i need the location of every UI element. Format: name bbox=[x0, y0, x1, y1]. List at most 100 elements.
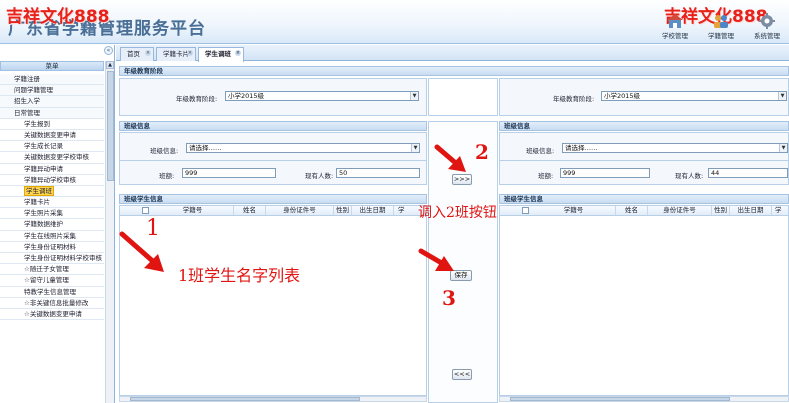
sidebar-item[interactable]: 学籍数据维护 bbox=[0, 219, 104, 231]
arrow-icon bbox=[119, 231, 164, 272]
sidebar-item[interactable]: 学生成长记录 bbox=[0, 141, 104, 153]
sidebar-item-label: 关键数据变更学校审核 bbox=[24, 153, 89, 162]
sidebar-item[interactable]: 学籍异动学校审核 bbox=[0, 175, 104, 186]
grade-section-title: 年级教育阶段 bbox=[119, 66, 789, 76]
sidebar-item-label: 学生身份证明材料学校审核 bbox=[24, 254, 102, 262]
nav-system-management[interactable]: 系统管理 bbox=[749, 13, 785, 40]
scroll-up-icon[interactable]: ▲ bbox=[106, 61, 114, 69]
column-header[interactable]: 姓名 bbox=[616, 206, 648, 215]
sidebar-item[interactable]: 特教学生信息管理 bbox=[0, 287, 104, 298]
sidebar-item[interactable]: 招生入学 bbox=[0, 96, 104, 108]
select-all-checkbox-left[interactable] bbox=[142, 207, 149, 214]
sidebar: « 菜单 学籍注册 问题学籍管理 招生入学日常管理学生报到关键数据变更申请学生成长记… bbox=[0, 45, 115, 403]
student-grid-right[interactable] bbox=[499, 216, 789, 396]
sidebar-item[interactable]: 学籍卡片 bbox=[0, 197, 104, 209]
sidebar-header: 菜单 bbox=[0, 61, 104, 71]
move-left-button[interactable]: <<< bbox=[452, 369, 472, 380]
grade-select-right[interactable]: 小学2015级 ▼ bbox=[601, 91, 787, 101]
select-all-checkbox-right[interactable] bbox=[522, 207, 529, 214]
column-header[interactable]: 学 bbox=[772, 206, 788, 215]
sidebar-item[interactable]: ☆非关键信息批量修改 bbox=[0, 298, 104, 309]
sidebar-item-label: ☆留守儿童管理 bbox=[24, 276, 69, 285]
chevron-down-icon[interactable]: ▼ bbox=[411, 144, 419, 152]
grade-label-left: 年级教育阶段: bbox=[176, 95, 218, 103]
nav-school-management[interactable]: 学校管理 bbox=[657, 13, 693, 40]
arrow-icon bbox=[434, 144, 466, 172]
sidebar-item-label: 日常管理 bbox=[14, 108, 40, 117]
school-icon bbox=[667, 14, 683, 28]
grade-select-left[interactable]: 小学2015级 ▼ bbox=[225, 91, 419, 101]
current-count-value-right: 44 bbox=[708, 168, 788, 178]
column-header[interactable]: 身份证件号 bbox=[266, 206, 334, 215]
sidebar-item[interactable]: 学生报到 bbox=[0, 119, 104, 130]
scrollbar-thumb[interactable] bbox=[510, 397, 730, 401]
sidebar-item-label: 特教学生信息管理 bbox=[24, 287, 76, 296]
sidebar-item-label: 招生入学 bbox=[14, 97, 40, 106]
chevron-down-icon[interactable]: ▼ bbox=[779, 144, 787, 152]
class-value-left: 请选择…… bbox=[189, 144, 222, 152]
column-header[interactable]: 姓名 bbox=[234, 206, 266, 215]
nav-label: 学校管理 bbox=[662, 32, 688, 40]
sidebar-item-label: 学生报到 bbox=[24, 119, 50, 128]
sidebar-item[interactable]: 学籍注册 bbox=[0, 74, 104, 86]
scrollbar-thumb[interactable] bbox=[107, 71, 114, 181]
sidebar-item[interactable]: 问题学籍管理 bbox=[0, 85, 104, 97]
scrollbar-thumb[interactable] bbox=[130, 397, 360, 401]
class-value-right: 请选择…… bbox=[565, 144, 598, 152]
sidebar-item[interactable]: 学籍异动申请 bbox=[0, 164, 104, 175]
horizontal-scrollbar-left[interactable] bbox=[119, 396, 427, 402]
column-header[interactable]: 学籍号 bbox=[152, 206, 234, 215]
sidebar-item[interactable]: 学生在线照片采集 bbox=[0, 231, 104, 242]
sidebar-item[interactable]: 学生身份证明材料学校审核 bbox=[0, 253, 104, 265]
sidebar-item[interactable]: 关键数据变更申请 bbox=[0, 130, 104, 142]
move-right-button[interactable]: >>> bbox=[452, 174, 472, 185]
sidebar-scrollbar[interactable]: ▲ bbox=[105, 61, 114, 403]
horizontal-scrollbar-right[interactable] bbox=[499, 396, 789, 402]
sidebar-item[interactable]: 学生调班 bbox=[0, 185, 104, 198]
sidebar-item[interactable]: ☆关键数据变更申请 bbox=[0, 309, 104, 321]
class-info-panel-left: 班级信息: 请选择…… ▼ 班额: 999 现有人数: 50 bbox=[119, 132, 427, 185]
class-select-left[interactable]: 请选择…… ▼ bbox=[186, 143, 420, 153]
sidebar-item-label: 学籍异动申请 bbox=[24, 164, 63, 173]
sidebar-item-label: ☆随迁子女管理 bbox=[24, 265, 69, 274]
annotation-button-note: 调入2班按钮 bbox=[418, 205, 497, 221]
sidebar-item[interactable]: ☆随迁子女管理 bbox=[0, 264, 104, 276]
sidebar-item-label: ☆关键数据变更申请 bbox=[24, 309, 82, 318]
grade-value-left: 小学2015级 bbox=[228, 92, 265, 100]
column-header[interactable]: 出生日期 bbox=[352, 206, 394, 215]
sidebar-item-label: 关键数据变更申请 bbox=[24, 130, 76, 139]
sidebar-item-label: 学籍数据维护 bbox=[24, 220, 63, 229]
sidebar-item[interactable]: 学生照片采集 bbox=[0, 208, 104, 220]
close-icon[interactable]: × bbox=[145, 50, 151, 56]
class-label-left: 班级信息: bbox=[150, 147, 179, 155]
collapse-sidebar-button[interactable]: « bbox=[104, 46, 113, 55]
class-select-right[interactable]: 请选择…… ▼ bbox=[562, 143, 788, 153]
chevron-down-icon[interactable]: ▼ bbox=[410, 92, 418, 100]
student-list-title-right: 班级学生信息 bbox=[499, 194, 789, 204]
watermark-left: 吉祥文化888 bbox=[6, 7, 110, 27]
sidebar-item[interactable]: 学生身份证明材料 bbox=[0, 242, 104, 253]
close-icon[interactable]: × bbox=[187, 50, 193, 56]
chevron-down-icon[interactable]: ▼ bbox=[778, 92, 786, 100]
divider bbox=[120, 160, 426, 161]
column-header[interactable]: 出生日期 bbox=[730, 206, 772, 215]
sidebar-item[interactable]: 日常管理 bbox=[0, 107, 104, 119]
class-size-value-left: 999 bbox=[182, 168, 276, 178]
tab-home[interactable]: 首页 × bbox=[120, 47, 154, 61]
column-header[interactable]: 身份证件号 bbox=[648, 206, 712, 215]
column-header[interactable]: 学籍号 bbox=[532, 206, 616, 215]
sidebar-item-label: 学生调班 bbox=[24, 185, 54, 196]
sidebar-item-label: 学生照片采集 bbox=[24, 209, 63, 218]
sidebar-item[interactable]: ☆留守儿童管理 bbox=[0, 275, 104, 287]
sidebar-item[interactable]: 关键数据变更学校审核 bbox=[0, 152, 104, 164]
column-header[interactable]: 性别 bbox=[334, 206, 352, 215]
nav-roll-management[interactable]: 学籍管理 bbox=[703, 13, 739, 40]
close-icon[interactable]: × bbox=[235, 50, 241, 56]
tab-roll-card[interactable]: 学籍卡片 × bbox=[156, 47, 196, 61]
grade-panel-left: 年级教育阶段: 小学2015级 ▼ bbox=[119, 78, 427, 116]
column-header[interactable]: 性别 bbox=[712, 206, 730, 215]
main-content: 首页 × 学籍卡片 × 学生调班 × 年级教育阶段 年级教育阶段: 小学2015… bbox=[116, 45, 789, 403]
tab-class-transfer[interactable]: 学生调班 × bbox=[198, 47, 244, 62]
sidebar-item-label: 学籍异动学校审核 bbox=[24, 175, 76, 184]
current-count-label-right: 现有人数: bbox=[675, 172, 704, 180]
